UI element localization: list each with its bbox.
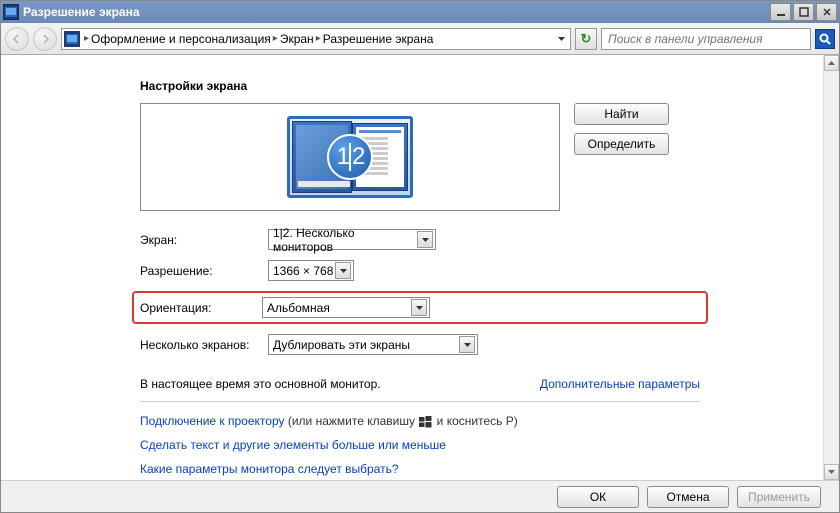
forward-button[interactable] — [33, 27, 57, 51]
identify-button[interactable]: Определить — [574, 133, 669, 155]
scroll-down-button[interactable] — [824, 464, 839, 480]
windows-key-icon — [419, 416, 432, 428]
search-button[interactable] — [815, 29, 835, 49]
apply-button[interactable]: Применить — [737, 486, 821, 508]
display-label: Экран: — [140, 233, 268, 247]
chevron-right-icon: ▸ — [316, 33, 321, 44]
back-button[interactable] — [5, 27, 29, 51]
chevron-down-icon[interactable] — [417, 231, 433, 248]
highlighted-orientation-row: Ориентация: Альбомная — [132, 291, 708, 324]
chevron-down-icon[interactable] — [411, 299, 427, 316]
refresh-button[interactable]: ↻ — [575, 28, 597, 50]
window-icon — [3, 4, 19, 20]
search-box[interactable] — [601, 28, 811, 50]
vertical-scrollbar[interactable] — [823, 55, 839, 480]
minimize-button[interactable] — [770, 3, 791, 21]
monitor-badge: 1 2 — [327, 134, 373, 180]
maximize-button[interactable] — [793, 3, 814, 21]
chevron-down-icon[interactable] — [335, 262, 351, 279]
monitor-preview-area[interactable]: 1 2 — [140, 103, 560, 211]
breadcrumb-item[interactable]: Оформление и персонализация — [91, 32, 271, 46]
control-panel-icon — [64, 31, 80, 47]
display-select[interactable]: 1|2. Несколько мониторов — [268, 229, 436, 250]
primary-monitor-status: В настоящее время это основной монитор. — [140, 377, 540, 391]
address-bar[interactable]: ▸ Оформление и персонализация ▸ Экран ▸ … — [61, 28, 571, 50]
monitor-group[interactable]: 1 2 — [287, 116, 413, 198]
scroll-up-button[interactable] — [824, 55, 839, 71]
orientation-select[interactable]: Альбомная — [262, 297, 430, 318]
resolution-label: Разрешение: — [140, 264, 268, 278]
cancel-button[interactable]: Отмена — [647, 486, 729, 508]
multiple-displays-label: Несколько экранов: — [140, 338, 268, 352]
address-dropdown-button[interactable] — [554, 29, 568, 49]
advanced-settings-link[interactable]: Дополнительные параметры — [540, 377, 700, 391]
breadcrumb-item[interactable]: Разрешение экрана — [323, 32, 434, 46]
resolution-select[interactable]: 1366 × 768 — [268, 260, 354, 281]
orientation-label: Ориентация: — [140, 301, 262, 315]
multiple-displays-select[interactable]: Дублировать эти экраны — [268, 334, 478, 355]
close-button[interactable] — [816, 3, 837, 21]
dialog-button-bar: ОК Отмена Применить — [1, 480, 839, 512]
projector-hint-a: (или нажмите клавишу — [285, 414, 419, 428]
display-value: 1|2. Несколько мониторов — [273, 226, 417, 254]
refresh-icon: ↻ — [581, 31, 592, 47]
multiple-displays-value: Дублировать эти экраны — [273, 338, 410, 352]
search-input[interactable] — [606, 31, 806, 47]
orientation-value: Альбомная — [267, 301, 330, 315]
navigation-toolbar: ▸ Оформление и персонализация ▸ Экран ▸ … — [1, 23, 839, 55]
window-title: Разрешение экрана — [23, 5, 770, 19]
chevron-down-icon[interactable] — [459, 336, 475, 353]
window-titlebar: Разрешение экрана — [1, 1, 839, 23]
breadcrumb-item[interactable]: Экран — [280, 32, 314, 46]
search-icon — [819, 33, 831, 45]
chevron-right-icon: ▸ — [273, 33, 278, 44]
which-monitor-link[interactable]: Какие параметры монитора следует выбрать… — [140, 462, 399, 476]
chevron-right-icon: ▸ — [84, 33, 89, 44]
ok-button[interactable]: ОК — [557, 486, 639, 508]
page-heading: Настройки экрана — [140, 79, 700, 93]
projector-link[interactable]: Подключение к проектору — [140, 414, 285, 428]
text-size-link[interactable]: Сделать текст и другие элементы больше и… — [140, 438, 446, 452]
projector-hint-b: и коснитесь P) — [433, 414, 517, 428]
detect-button[interactable]: Найти — [574, 103, 669, 125]
resolution-value: 1366 × 768 — [273, 264, 333, 278]
